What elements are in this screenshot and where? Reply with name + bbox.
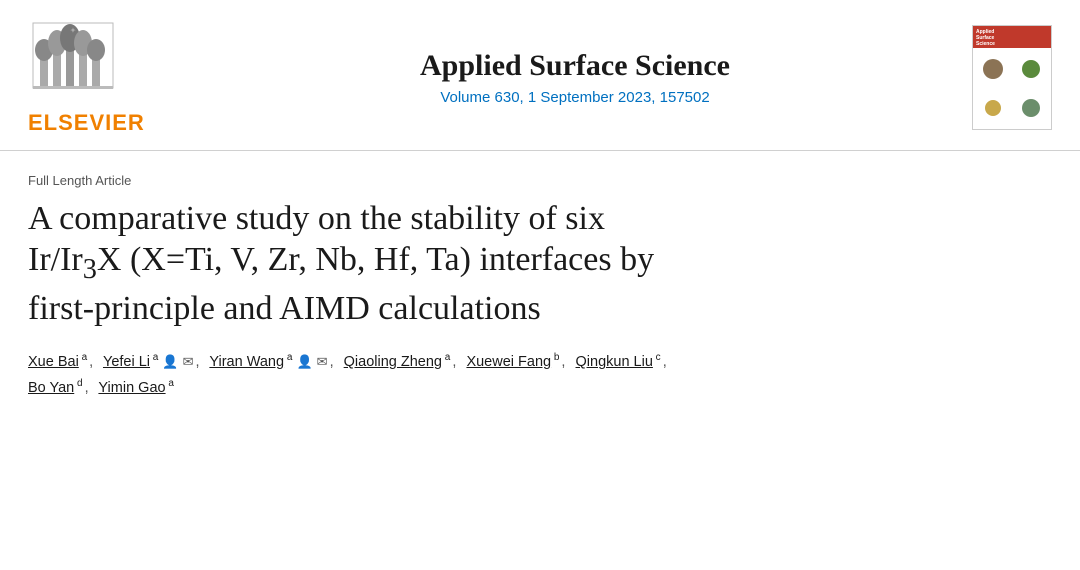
elsevier-logo: ✦ ELSEVIER [28, 18, 188, 136]
author-qingkun-liu[interactable]: Qingkun Liu [576, 354, 653, 370]
author-xuewei-fang[interactable]: Xuewei Fang [466, 354, 551, 370]
article-type-label: Full Length Article [28, 173, 1052, 188]
title-line-2: Ir/Ir3X (X=Ti, V, Zr, Nb, Hf, Ta) interf… [28, 241, 654, 278]
yiran-wang-profile-icon[interactable]: 👤 [296, 354, 312, 369]
yiran-wang-email-icon[interactable]: ✉ [317, 354, 328, 369]
author-bo-yan[interactable]: Bo Yan [28, 380, 74, 396]
article-content: Full Length Article A comparative study … [0, 151, 1080, 570]
svg-text:✦: ✦ [70, 26, 77, 35]
author-xue-bai[interactable]: Xue Bai [28, 354, 79, 370]
author-qiaoling-zheng[interactable]: Qiaoling Zheng [344, 354, 442, 370]
title-line-3: first-principle and AIMD calculations [28, 290, 541, 327]
author-yimin-gao[interactable]: Yimin Gao [98, 380, 165, 396]
elsevier-tree-icon: ✦ [28, 18, 118, 108]
journal-info: Applied Surface Science Volume 630, 1 Se… [188, 49, 962, 106]
authors-list: Xue Bai a, Yefei Li a 👤 ✉, Yiran Wang a … [28, 349, 1052, 400]
journal-title: Applied Surface Science [420, 49, 730, 83]
cover-image[interactable]: AppliedSurfaceScience [972, 25, 1052, 130]
title-line-1: A comparative study on the stability of … [28, 200, 605, 237]
article-header: ✦ ELSEVIER Applied Surface Science Volum… [0, 0, 1080, 151]
author-yiran-wang[interactable]: Yiran Wang [209, 354, 284, 370]
author-yefei-li[interactable]: Yefei Li [103, 354, 150, 370]
journal-meta[interactable]: Volume 630, 1 September 2023, 157502 [440, 89, 709, 106]
yefei-li-email-icon[interactable]: ✉ [183, 354, 194, 369]
yefei-li-profile-icon[interactable]: 👤 [162, 354, 178, 369]
journal-cover: AppliedSurfaceScience [962, 25, 1052, 130]
elsevier-brand-text: ELSEVIER [28, 110, 145, 136]
article-title: A comparative study on the stability of … [28, 198, 1008, 329]
